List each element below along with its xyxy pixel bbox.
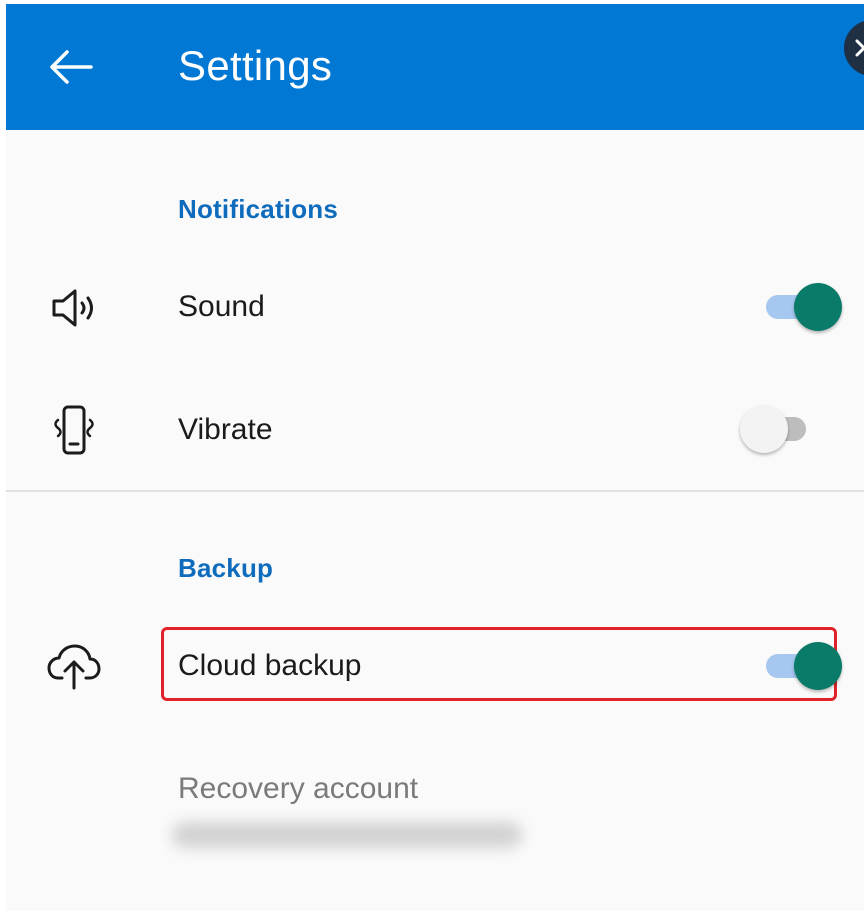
vibrate-toggle[interactable] bbox=[740, 405, 808, 453]
page-title: Settings bbox=[178, 42, 333, 89]
cloud-backup-toggle[interactable] bbox=[764, 642, 842, 690]
speaker-icon bbox=[42, 276, 106, 340]
toggle-thumb bbox=[794, 642, 842, 690]
toggle-thumb bbox=[740, 405, 788, 453]
arrow-left-icon bbox=[50, 50, 93, 84]
recovery-account-label[interactable]: Recovery account bbox=[178, 772, 418, 806]
chevron-icon bbox=[855, 39, 864, 57]
app-bar: Settings bbox=[6, 4, 864, 130]
vibrate-label: Vibrate bbox=[178, 413, 273, 446]
sound-toggle[interactable] bbox=[764, 283, 842, 331]
back-button[interactable] bbox=[42, 38, 100, 96]
section-header-notifications: Notifications bbox=[178, 194, 339, 224]
sound-label: Sound bbox=[178, 290, 265, 323]
vibrate-phone-icon bbox=[42, 398, 106, 462]
section-header-backup: Backup bbox=[178, 553, 274, 583]
cloud-backup-label: Cloud backup bbox=[178, 649, 362, 682]
overflow-button[interactable] bbox=[844, 20, 864, 76]
recovery-account-value-redacted bbox=[172, 822, 522, 848]
toggle-thumb bbox=[794, 283, 842, 331]
section-divider bbox=[6, 490, 864, 492]
settings-screen: Settings Notifications Sound Vibrate Bac… bbox=[6, 4, 864, 911]
cloud-upload-icon bbox=[42, 634, 106, 698]
